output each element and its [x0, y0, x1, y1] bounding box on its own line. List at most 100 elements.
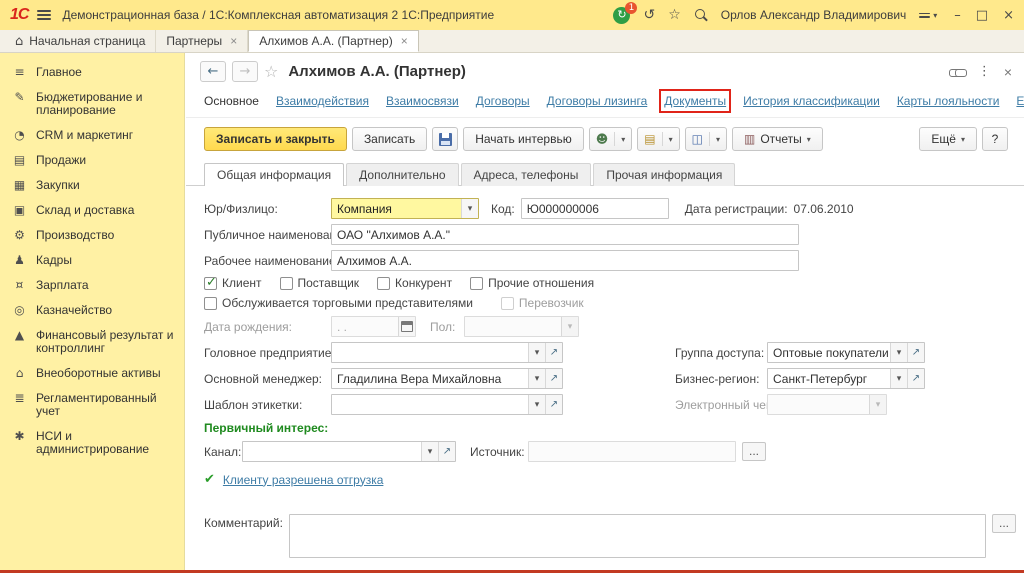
help-button[interactable]: ? — [982, 127, 1008, 151]
supplier-checkbox[interactable]: Поставщик — [280, 276, 360, 290]
sidebar-item-regulated-accounting[interactable]: ≣Регламентированный учет — [0, 386, 184, 424]
source-input[interactable] — [528, 441, 736, 462]
label-template-combo[interactable]: ▾ ↗ — [331, 394, 563, 415]
nav-link-relations[interactable]: Взаимосвязи — [386, 94, 459, 108]
sidebar-item-sales[interactable]: ▤Продажи — [0, 148, 184, 173]
nav-link-leasing-contracts[interactable]: Договоры лизинга — [547, 94, 648, 108]
user-menu[interactable]: Орлов Александр Владимирович — [721, 8, 907, 22]
head-company-combo[interactable]: ▾ ↗ — [331, 342, 563, 363]
history-icon[interactable]: ↺ — [643, 8, 655, 22]
nav-link-main[interactable]: Основное — [204, 94, 259, 108]
tab-partners[interactable]: Партнеры × — [156, 30, 248, 52]
sidebar-item-production[interactable]: ⚙Производство — [0, 223, 184, 248]
code-input[interactable]: Ю000000006 — [521, 198, 669, 219]
sidebar-item-payroll[interactable]: ¤Зарплата — [0, 273, 184, 298]
sidebar-item-warehouse[interactable]: ▣Склад и доставка — [0, 198, 184, 223]
sidebar-item-nsi-admin[interactable]: ✱НСИ и администрирование — [0, 424, 184, 462]
reports-button[interactable]: ▥Отчеты▾ — [732, 127, 823, 151]
comment-input[interactable] — [289, 514, 986, 558]
tab-partner-alkhimov[interactable]: Алхимов А.А. (Партнер) × — [248, 30, 419, 52]
sidebar-item-treasury[interactable]: ◎Казначейство — [0, 298, 184, 323]
minimize-button[interactable]: – — [954, 8, 961, 23]
competitor-checkbox[interactable]: Конкурент — [377, 276, 452, 290]
sidebar-item-main[interactable]: ≡Главное — [0, 60, 184, 85]
tab-other-info[interactable]: Прочая информация — [593, 163, 735, 186]
birthdate-input[interactable]: . . — [331, 316, 416, 337]
open-icon[interactable]: ↗ — [438, 442, 455, 461]
chevron-down-icon[interactable]: ▾ — [890, 343, 907, 362]
close-tab-icon[interactable]: × — [401, 34, 408, 48]
business-region-combo[interactable]: Санкт-Петербург ▾ ↗ — [767, 368, 925, 389]
chevron-down-icon[interactable]: ▾ — [890, 369, 907, 388]
chevron-down-icon[interactable]: ▾ — [461, 199, 478, 218]
back-button[interactable]: ← — [200, 61, 226, 82]
search-icon[interactable] — [694, 8, 708, 22]
save-button[interactable]: Записать — [352, 127, 427, 151]
sidebar-item-crm[interactable]: ◔CRM и маркетинг — [0, 123, 184, 148]
chevron-down-icon[interactable]: ▾ — [528, 395, 545, 414]
copy-button[interactable]: ◫▾ — [685, 127, 727, 151]
client-checkbox[interactable]: ✓ Клиент — [204, 276, 262, 290]
work-name-input[interactable]: Алхимов А.А. — [331, 250, 799, 271]
sales-rep-checkbox[interactable]: Обслуживается торговыми представителями — [204, 296, 473, 310]
maximize-button[interactable]: □ — [976, 8, 988, 23]
gender-combo[interactable]: ▾ — [464, 316, 579, 337]
tab-additional[interactable]: Дополнительно — [346, 163, 458, 186]
close-tab-icon[interactable]: × — [230, 34, 237, 48]
sidebar-item-financial-result[interactable]: ▲Финансовый результат и контроллинг — [0, 323, 184, 361]
manager-combo[interactable]: Гладилина Вера Михайловна ▾ ↗ — [331, 368, 563, 389]
treasury-icon: ◎ — [12, 304, 27, 317]
tab-general-info[interactable]: Общая информация — [204, 163, 344, 186]
access-group-combo[interactable]: Оптовые покупатели ▾ ↗ — [767, 342, 925, 363]
close-form-button[interactable]: × — [1004, 64, 1012, 80]
e-receipt-combo[interactable]: ▾ — [767, 394, 887, 415]
chevron-down-icon[interactable]: ▾ — [561, 317, 578, 336]
nav-link-classification-history[interactable]: История классификации — [743, 94, 880, 108]
service-messages-icon[interactable]: ↻ 1 — [613, 7, 630, 24]
get-link-icon[interactable] — [949, 67, 965, 77]
tab-home[interactable]: ⌂ Начальная страница — [5, 30, 156, 52]
source-select-button[interactable]: ... — [742, 442, 766, 461]
other-relations-checkbox[interactable]: Прочие отношения — [470, 276, 594, 290]
nav-link-loyalty-cards[interactable]: Карты лояльности — [897, 94, 1000, 108]
sidebar-item-fixed-assets[interactable]: ⌂Внеоборотные активы — [0, 361, 184, 386]
contact-person-button[interactable]: ☻▾ — [589, 127, 633, 151]
carrier-checkbox[interactable]: Перевозчик — [501, 296, 584, 310]
more-menu-icon[interactable]: ⋮ — [978, 64, 991, 79]
sidebar-item-hr[interactable]: ♟Кадры — [0, 248, 184, 273]
open-icon[interactable]: ↗ — [545, 395, 562, 414]
favorite-star-icon[interactable]: ☆ — [264, 62, 278, 81]
public-name-input[interactable]: ОАО "Алхимов А.А." — [331, 224, 799, 245]
sidebar-item-purchases[interactable]: ▦Закупки — [0, 173, 184, 198]
tab-label: Алхимов А.А. (Партнер) — [259, 34, 393, 48]
chevron-down-icon[interactable]: ▾ — [528, 343, 545, 362]
shipping-allowed-link[interactable]: Клиенту разрешена отгрузка — [223, 473, 383, 487]
open-icon[interactable]: ↗ — [545, 343, 562, 362]
close-window-button[interactable]: × — [1003, 8, 1014, 23]
create-based-on-button[interactable]: ▤▾ — [637, 127, 679, 151]
nav-link-contracts[interactable]: Договоры — [476, 94, 530, 108]
nav-link-more[interactable]: Ещё... — [1016, 94, 1024, 108]
favorites-star-icon[interactable]: ☆ — [668, 8, 681, 22]
entity-type-combo[interactable]: Компания ▾ — [331, 198, 479, 219]
tab-addresses-phones[interactable]: Адреса, телефоны — [461, 163, 592, 186]
more-button[interactable]: Ещё▾ — [919, 127, 977, 151]
chevron-down-icon[interactable]: ▾ — [869, 395, 886, 414]
calendar-icon[interactable] — [398, 317, 415, 336]
view-settings-icon[interactable]: ▾ — [919, 11, 937, 20]
chevron-down-icon[interactable]: ▾ — [528, 369, 545, 388]
save-and-close-button[interactable]: Записать и закрыть — [204, 127, 347, 151]
open-icon[interactable]: ↗ — [907, 369, 924, 388]
nav-link-interactions[interactable]: Взаимодействия — [276, 94, 369, 108]
main-menu-icon[interactable] — [37, 8, 51, 22]
chevron-down-icon[interactable]: ▾ — [421, 442, 438, 461]
channel-combo[interactable]: ▾ ↗ — [242, 441, 456, 462]
comment-expand-button[interactable]: ... — [992, 514, 1016, 533]
sidebar-item-budgeting[interactable]: ✎Бюджетирование и планирование — [0, 85, 184, 123]
forward-button[interactable]: → — [232, 61, 258, 82]
save-icon-button[interactable] — [432, 127, 458, 151]
start-interview-button[interactable]: Начать интервью — [463, 127, 584, 151]
open-icon[interactable]: ↗ — [907, 343, 924, 362]
open-icon[interactable]: ↗ — [545, 369, 562, 388]
nav-link-documents[interactable]: Документы — [664, 94, 726, 108]
